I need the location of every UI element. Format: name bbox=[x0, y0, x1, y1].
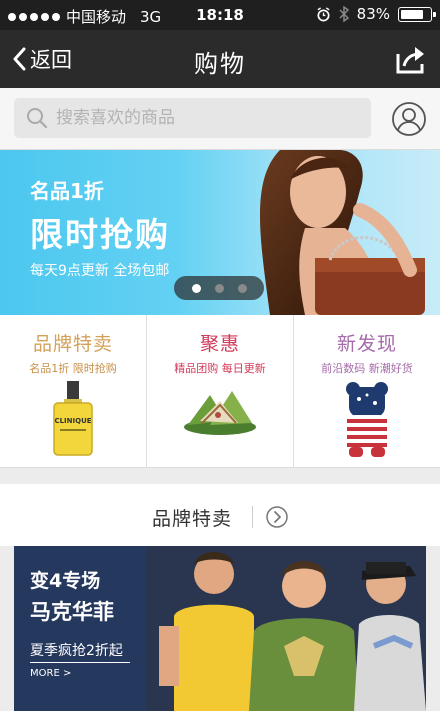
banner-pager bbox=[174, 276, 264, 300]
category-group-buy[interactable]: 聚惠 精品团购 每日更新 bbox=[147, 315, 294, 467]
battery-icon bbox=[398, 6, 436, 22]
page-title: 购物 bbox=[194, 50, 246, 78]
banner-headline-small: 名品1折 bbox=[30, 179, 104, 203]
bear-toy-image bbox=[294, 381, 440, 457]
category-subtitle: 名品1折 限时抢购 bbox=[29, 362, 117, 375]
category-title: 聚惠 bbox=[199, 333, 240, 355]
section-divider bbox=[252, 506, 253, 528]
promo-text-panel: 变4专场 马克华菲 夏季疯抢2折起 MORE > bbox=[14, 546, 146, 711]
category-grid: 品牌特卖 名品1折 限时抢购 CLINIQUE 聚惠 精品团购 每日更新 新发现… bbox=[0, 315, 440, 468]
pager-dot[interactable] bbox=[237, 283, 247, 293]
category-title: 新发现 bbox=[336, 333, 397, 355]
product-label: CLINIQUE bbox=[54, 417, 91, 425]
status-bar: 中国移动 3G 18:18 83% bbox=[0, 0, 440, 30]
search-bar bbox=[0, 88, 440, 150]
banner-caption: 每天9点更新 全场包邮 bbox=[30, 263, 170, 279]
bottom-spacer bbox=[0, 711, 440, 725]
section-header: 品牌特卖 bbox=[0, 484, 440, 546]
section-title: 品牌特卖 bbox=[152, 508, 233, 530]
search-input[interactable] bbox=[56, 108, 346, 128]
chevron-right-circle-icon[interactable] bbox=[266, 506, 288, 528]
category-brand-sale[interactable]: 品牌特卖 名品1折 限时抢购 CLINIQUE bbox=[0, 315, 147, 467]
share-icon[interactable] bbox=[394, 42, 428, 76]
bluetooth-icon bbox=[339, 6, 349, 22]
promo-caption: 夏季疯抢2折起 bbox=[30, 643, 123, 659]
brand-promo-card[interactable]: 变4专场 马克华菲 夏季疯抢2折起 MORE > bbox=[14, 546, 426, 711]
battery-percent: 83% bbox=[356, 5, 390, 23]
rice-dumpling-image bbox=[147, 381, 293, 441]
category-subtitle: 精品团购 每日更新 bbox=[174, 362, 266, 375]
nav-bar: 返回 购物 bbox=[0, 30, 440, 88]
pager-dot[interactable] bbox=[214, 283, 224, 293]
pager-dot[interactable] bbox=[191, 283, 201, 293]
category-discover[interactable]: 新发现 前沿数码 新潮好货 bbox=[294, 315, 440, 467]
category-subtitle: 前沿数码 新潮好货 bbox=[321, 362, 413, 375]
banner-headline-large: 限时抢购 bbox=[30, 215, 170, 254]
category-title: 品牌特卖 bbox=[32, 333, 113, 355]
promo-headline-1: 变4专场 bbox=[30, 570, 101, 592]
user-profile-icon[interactable] bbox=[391, 101, 427, 137]
promo-divider bbox=[30, 662, 130, 663]
alarm-icon bbox=[317, 6, 330, 21]
promo-banner[interactable]: 名品1折 限时抢购 每天9点更新 全场包邮 bbox=[0, 150, 440, 315]
search-icon bbox=[27, 108, 48, 129]
promo-more-link[interactable]: MORE > bbox=[30, 668, 71, 679]
status-right: 83% bbox=[316, 5, 436, 23]
search-box[interactable] bbox=[14, 98, 371, 138]
promo-headline-2: 马克华菲 bbox=[30, 600, 114, 624]
perfume-bottle-image: CLINIQUE bbox=[0, 381, 146, 457]
